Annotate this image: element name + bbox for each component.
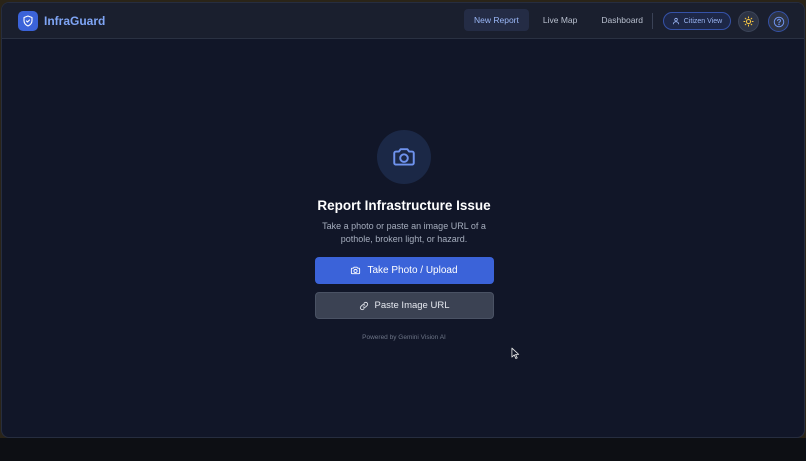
theme-toggle-button[interactable] (738, 11, 759, 32)
shield-icon (23, 14, 33, 27)
help-icon (773, 16, 784, 27)
mouse-cursor-icon (511, 347, 520, 359)
nav-live-map[interactable]: Live Map (533, 9, 588, 31)
take-photo-upload-label: Take Photo / Upload (367, 265, 458, 276)
nav-new-report[interactable]: New Report (464, 9, 529, 31)
paste-image-url-button[interactable]: Paste Image URL (314, 292, 494, 319)
user-icon (672, 17, 679, 25)
desktop-background (0, 438, 806, 461)
brand-name: InfraGuard (44, 13, 106, 28)
help-button[interactable] (768, 11, 789, 32)
top-navbar: InfraGuard New Report Live Map Dashboard… (2, 3, 804, 39)
nav-links: New Report Live Map Dashboard (464, 9, 653, 31)
citizen-view-label: Citizen View (683, 17, 723, 25)
page-subtitle: Take a photo or paste an image URL of a … (322, 221, 486, 244)
camera-icon (393, 148, 415, 166)
paste-image-url-label: Paste Image URL (374, 300, 450, 311)
brand[interactable]: InfraGuard (18, 10, 106, 31)
take-photo-upload-button[interactable]: Take Photo / Upload (314, 257, 494, 284)
nav-divider (652, 13, 653, 29)
nav-dashboard[interactable]: Dashboard (591, 9, 653, 31)
camera-illustration (377, 130, 431, 184)
app-window: InfraGuard New Report Live Map Dashboard… (1, 2, 805, 438)
citizen-view-button[interactable]: Citizen View (663, 12, 731, 30)
page-title: Report Infrastructure Issue (317, 198, 491, 213)
main-content: Report Infrastructure Issue Take a photo… (2, 39, 804, 437)
sun-icon (743, 16, 754, 27)
powered-by-footer: Powered by Gemini Vision AI (362, 334, 446, 341)
link-icon (359, 301, 368, 310)
logo-badge (18, 10, 38, 31)
camera-icon (351, 266, 361, 275)
